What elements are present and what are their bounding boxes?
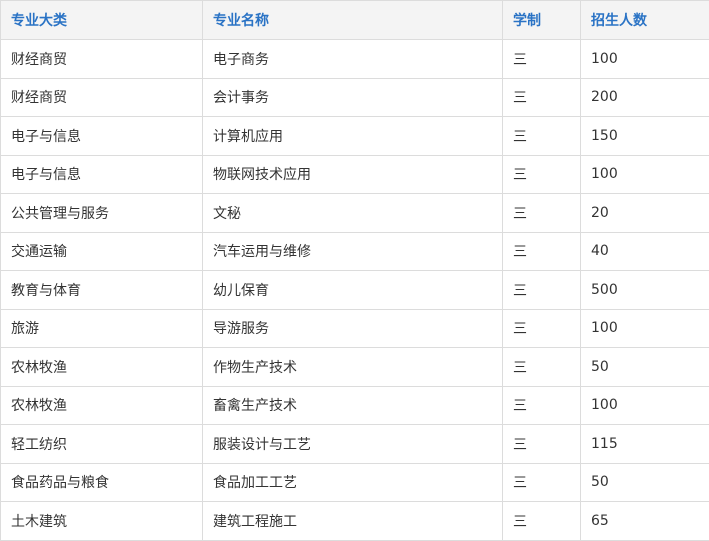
table-row: 电子与信息 计算机应用 三 150 <box>1 117 709 156</box>
cell-major-name: 文秘 <box>203 194 503 233</box>
cell-major-category: 电子与信息 <box>1 117 203 156</box>
table-row: 轻工纺织 服装设计与工艺 三 115 <box>1 425 709 464</box>
cell-major-name: 建筑工程施工 <box>203 502 503 541</box>
cell-major-category: 财经商贸 <box>1 40 203 79</box>
cell-duration: 三 <box>503 78 581 117</box>
cell-enrollment-count: 100 <box>581 386 709 425</box>
cell-major-name: 幼儿保育 <box>203 271 503 310</box>
cell-enrollment-count: 20 <box>581 194 709 233</box>
table-row: 财经商贸 电子商务 三 100 <box>1 40 709 79</box>
cell-enrollment-count: 40 <box>581 232 709 271</box>
table-body: 财经商贸 电子商务 三 100 财经商贸 会计事务 三 200 电子与信息 计算… <box>1 40 709 541</box>
table-row: 财经商贸 会计事务 三 200 <box>1 78 709 117</box>
cell-duration: 三 <box>503 502 581 541</box>
header-duration: 学制 <box>503 1 581 40</box>
cell-major-category: 食品药品与粮食 <box>1 463 203 502</box>
cell-major-category: 旅游 <box>1 309 203 348</box>
cell-major-category: 教育与体育 <box>1 271 203 310</box>
cell-enrollment-count: 100 <box>581 40 709 79</box>
cell-major-name: 畜禽生产技术 <box>203 386 503 425</box>
cell-major-category: 农林牧渔 <box>1 348 203 387</box>
table-header: 专业大类 专业名称 学制 招生人数 <box>1 1 709 40</box>
cell-major-name: 计算机应用 <box>203 117 503 156</box>
cell-enrollment-count: 200 <box>581 78 709 117</box>
cell-major-name: 服装设计与工艺 <box>203 425 503 464</box>
cell-major-name: 食品加工工艺 <box>203 463 503 502</box>
cell-major-name: 作物生产技术 <box>203 348 503 387</box>
header-major-category: 专业大类 <box>1 1 203 40</box>
cell-major-category: 电子与信息 <box>1 155 203 194</box>
table-row: 教育与体育 幼儿保育 三 500 <box>1 271 709 310</box>
cell-duration: 三 <box>503 386 581 425</box>
cell-duration: 三 <box>503 232 581 271</box>
cell-major-category: 土木建筑 <box>1 502 203 541</box>
cell-major-category: 轻工纺织 <box>1 425 203 464</box>
cell-duration: 三 <box>503 155 581 194</box>
cell-duration: 三 <box>503 271 581 310</box>
cell-major-name: 汽车运用与维修 <box>203 232 503 271</box>
cell-major-category: 农林牧渔 <box>1 386 203 425</box>
cell-major-name: 会计事务 <box>203 78 503 117</box>
cell-enrollment-count: 50 <box>581 463 709 502</box>
cell-enrollment-count: 65 <box>581 502 709 541</box>
cell-duration: 三 <box>503 348 581 387</box>
cell-duration: 三 <box>503 194 581 233</box>
cell-enrollment-count: 50 <box>581 348 709 387</box>
header-row: 专业大类 专业名称 学制 招生人数 <box>1 1 709 40</box>
cell-duration: 三 <box>503 117 581 156</box>
table-row: 旅游 导游服务 三 100 <box>1 309 709 348</box>
cell-major-category: 财经商贸 <box>1 78 203 117</box>
cell-duration: 三 <box>503 40 581 79</box>
table-row: 交通运输 汽车运用与维修 三 40 <box>1 232 709 271</box>
header-major-name: 专业名称 <box>203 1 503 40</box>
cell-duration: 三 <box>503 463 581 502</box>
cell-major-name: 物联网技术应用 <box>203 155 503 194</box>
table-row: 公共管理与服务 文秘 三 20 <box>1 194 709 233</box>
cell-enrollment-count: 100 <box>581 309 709 348</box>
table-row: 农林牧渔 作物生产技术 三 50 <box>1 348 709 387</box>
table-row: 电子与信息 物联网技术应用 三 100 <box>1 155 709 194</box>
cell-major-name: 电子商务 <box>203 40 503 79</box>
header-enrollment-count: 招生人数 <box>581 1 709 40</box>
enrollment-table: 专业大类 专业名称 学制 招生人数 财经商贸 电子商务 三 100 财经商贸 会… <box>0 0 709 541</box>
table-row: 食品药品与粮食 食品加工工艺 三 50 <box>1 463 709 502</box>
cell-duration: 三 <box>503 309 581 348</box>
cell-enrollment-count: 115 <box>581 425 709 464</box>
cell-duration: 三 <box>503 425 581 464</box>
cell-major-name: 导游服务 <box>203 309 503 348</box>
cell-enrollment-count: 500 <box>581 271 709 310</box>
cell-enrollment-count: 150 <box>581 117 709 156</box>
table-row: 土木建筑 建筑工程施工 三 65 <box>1 502 709 541</box>
table-row: 农林牧渔 畜禽生产技术 三 100 <box>1 386 709 425</box>
cell-major-category: 公共管理与服务 <box>1 194 203 233</box>
cell-enrollment-count: 100 <box>581 155 709 194</box>
cell-major-category: 交通运输 <box>1 232 203 271</box>
